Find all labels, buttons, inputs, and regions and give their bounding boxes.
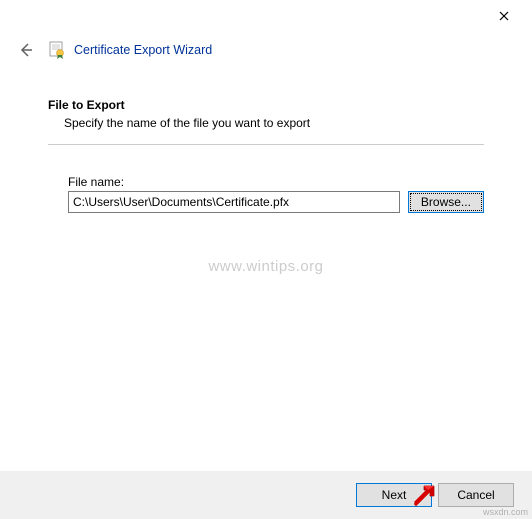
cancel-button[interactable]: Cancel — [438, 483, 514, 507]
certificate-icon — [48, 41, 66, 59]
browse-button[interactable]: Browse... — [408, 191, 484, 213]
section-title: File to Export — [48, 98, 484, 112]
wizard-header: Certificate Export Wizard — [0, 32, 532, 76]
wizard-title: Certificate Export Wizard — [74, 43, 212, 57]
file-field-area: File name: Browse... — [68, 175, 484, 213]
content-area: File to Export Specify the name of the f… — [0, 98, 532, 213]
divider — [48, 144, 484, 145]
watermark: www.wintips.org — [208, 258, 323, 275]
titlebar — [0, 0, 532, 32]
close-button[interactable] — [488, 4, 520, 28]
file-name-label: File name: — [68, 175, 484, 189]
back-button[interactable] — [16, 40, 36, 60]
section-description: Specify the name of the file you want to… — [64, 116, 484, 130]
footer: Next Cancel — [0, 471, 532, 519]
next-button[interactable]: Next — [356, 483, 432, 507]
file-name-input[interactable] — [68, 191, 400, 213]
